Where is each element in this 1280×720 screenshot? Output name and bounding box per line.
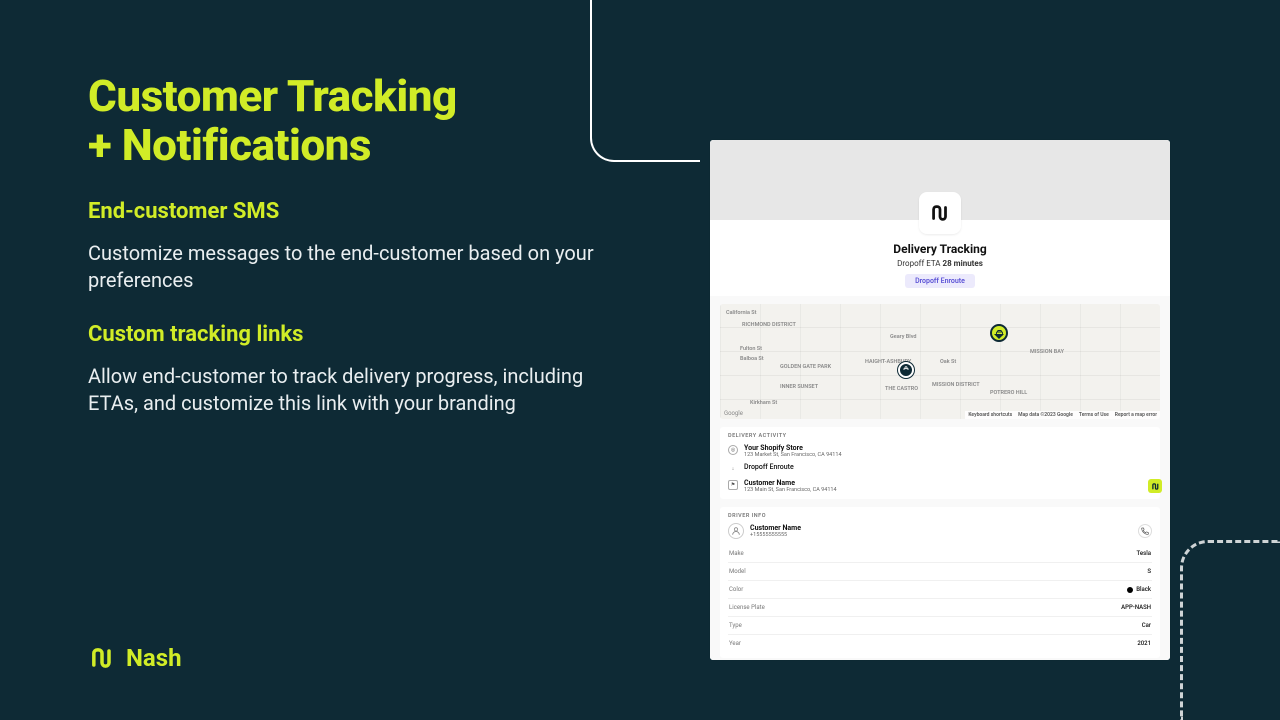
decorative-bracket-bottom xyxy=(1180,540,1280,720)
map-shortcuts[interactable]: Keyboard shortcuts xyxy=(968,412,1012,418)
title-line-2: + Notifications xyxy=(88,119,371,171)
page-title: Customer Tracking + Notifications xyxy=(88,72,598,171)
map-label: MISSION BAY xyxy=(1030,349,1064,355)
color-swatch-icon xyxy=(1127,587,1133,593)
delivery-activity-panel: DELIVERY ACTIVITY ◎ Your Shopify Store 1… xyxy=(720,427,1160,499)
map-label: THE CASTRO xyxy=(885,386,918,392)
call-driver-button[interactable] xyxy=(1138,524,1152,538)
nash-badge-icon xyxy=(1148,479,1162,493)
spec-value: Black xyxy=(1127,586,1151,593)
customer-address: 123 Main St, San Francisco, CA 94114 xyxy=(744,487,837,493)
spec-row-year: Year 2021 xyxy=(728,634,1152,652)
section-heading-links: Custom tracking links xyxy=(88,322,598,347)
map-label: RICHMOND DISTRICT xyxy=(742,322,796,328)
brand-mark: Nash xyxy=(88,644,182,672)
panel-heading: DRIVER INFO xyxy=(728,513,1152,519)
color-name: Black xyxy=(1136,586,1151,593)
map-label: Oak St xyxy=(940,359,956,365)
decorative-bracket-top xyxy=(590,0,700,162)
store-address: 123 Market St, San Francisco, CA 94114 xyxy=(744,452,842,458)
driver-name: Customer Name xyxy=(750,524,801,532)
driver-pin-icon xyxy=(990,324,1008,342)
eta-line: Dropoff ETA 28 minutes xyxy=(710,259,1170,268)
mock-footer: Powered by Nash xyxy=(710,658,1170,660)
tracking-title: Delivery Tracking xyxy=(710,242,1170,256)
spec-key: Color xyxy=(729,586,743,593)
activity-row-origin: ◎ Your Shopify Store 123 Market St, San … xyxy=(728,444,1152,458)
status-badge: Dropoff Enroute xyxy=(905,274,975,288)
activity-row-status: ↓ Dropoff Enroute xyxy=(728,463,1152,474)
eta-label: Dropoff ETA xyxy=(897,259,940,268)
map-label: Kirkham St xyxy=(750,400,777,406)
map-label: Balboa St xyxy=(740,356,764,362)
mock-body: Delivery Tracking Dropoff ETA 28 minutes… xyxy=(710,220,1170,660)
google-logo: Google xyxy=(724,410,743,417)
map-attribution: Keyboard shortcuts Map data ©2023 Google… xyxy=(965,411,1160,419)
store-icon: ◎ xyxy=(728,445,738,455)
arrow-down-icon: ↓ xyxy=(728,464,738,474)
customer-name: Customer Name xyxy=(744,479,837,487)
activity-row-destination: ⚑ Customer Name 123 Main St, San Francis… xyxy=(728,479,1152,493)
mock-header xyxy=(710,140,1170,220)
spec-row-make: Make Tesla xyxy=(728,545,1152,562)
section-body-sms: Customize messages to the end-customer b… xyxy=(88,240,598,294)
spec-row-model: Model S xyxy=(728,562,1152,580)
map-label: POTRERO HILL xyxy=(990,390,1027,396)
spec-key: Make xyxy=(729,550,744,557)
map-label: California St xyxy=(726,310,756,316)
map-report-link[interactable]: Report a map error xyxy=(1115,412,1157,418)
flag-icon: ⚑ xyxy=(728,480,738,490)
section-heading-sms: End-customer SMS xyxy=(88,199,598,224)
marketing-copy: Customer Tracking + Notifications End-cu… xyxy=(88,72,598,417)
store-logo xyxy=(919,192,961,234)
avatar-icon xyxy=(728,523,744,539)
map-label: INNER SUNSET xyxy=(780,384,818,390)
tracking-map[interactable]: California St RICHMOND DISTRICT Geary Bl… xyxy=(720,304,1160,419)
map-label: Fulton St xyxy=(740,346,762,352)
status-text: Dropoff Enroute xyxy=(744,463,794,471)
eta-value: 28 minutes xyxy=(943,259,983,268)
spec-value: APP-NASH xyxy=(1121,604,1151,611)
map-terms-link[interactable]: Terms of Use xyxy=(1079,412,1109,418)
map-label: GOLDEN GATE PARK xyxy=(780,364,831,370)
driver-phone: +15555555555 xyxy=(750,532,801,538)
spec-key: Type xyxy=(729,622,742,629)
map-label: MISSION DISTRICT xyxy=(932,382,980,388)
spec-row-color: Color Black xyxy=(728,580,1152,598)
section-body-links: Allow end-customer to track delivery pro… xyxy=(88,363,598,417)
brand-name: Nash xyxy=(126,644,182,672)
spec-row-plate: License Plate APP-NASH xyxy=(728,598,1152,616)
map-data-credit: Map data ©2023 Google xyxy=(1018,412,1073,418)
driver-identity-row: Customer Name +15555555555 xyxy=(728,523,1152,539)
spec-key: Model xyxy=(729,568,746,575)
tracking-page-mock: Delivery Tracking Dropoff ETA 28 minutes… xyxy=(710,140,1170,660)
spec-value: Tesla xyxy=(1137,550,1151,557)
spec-key: Year xyxy=(729,640,741,647)
spec-value: 2021 xyxy=(1137,640,1151,647)
title-line-1: Customer Tracking xyxy=(88,70,457,122)
spec-key: License Plate xyxy=(729,604,765,611)
destination-pin-icon xyxy=(898,362,914,378)
spec-value: S xyxy=(1147,568,1151,575)
panel-heading: DELIVERY ACTIVITY xyxy=(728,433,1152,439)
driver-info-panel: DRIVER INFO Customer Name +15555555555 M… xyxy=(720,507,1160,658)
nash-logo-icon xyxy=(88,644,116,672)
spec-row-type: Type Car xyxy=(728,616,1152,634)
spec-value: Car xyxy=(1142,622,1151,629)
store-name: Your Shopify Store xyxy=(744,444,842,452)
map-label: Geary Blvd xyxy=(890,334,917,340)
